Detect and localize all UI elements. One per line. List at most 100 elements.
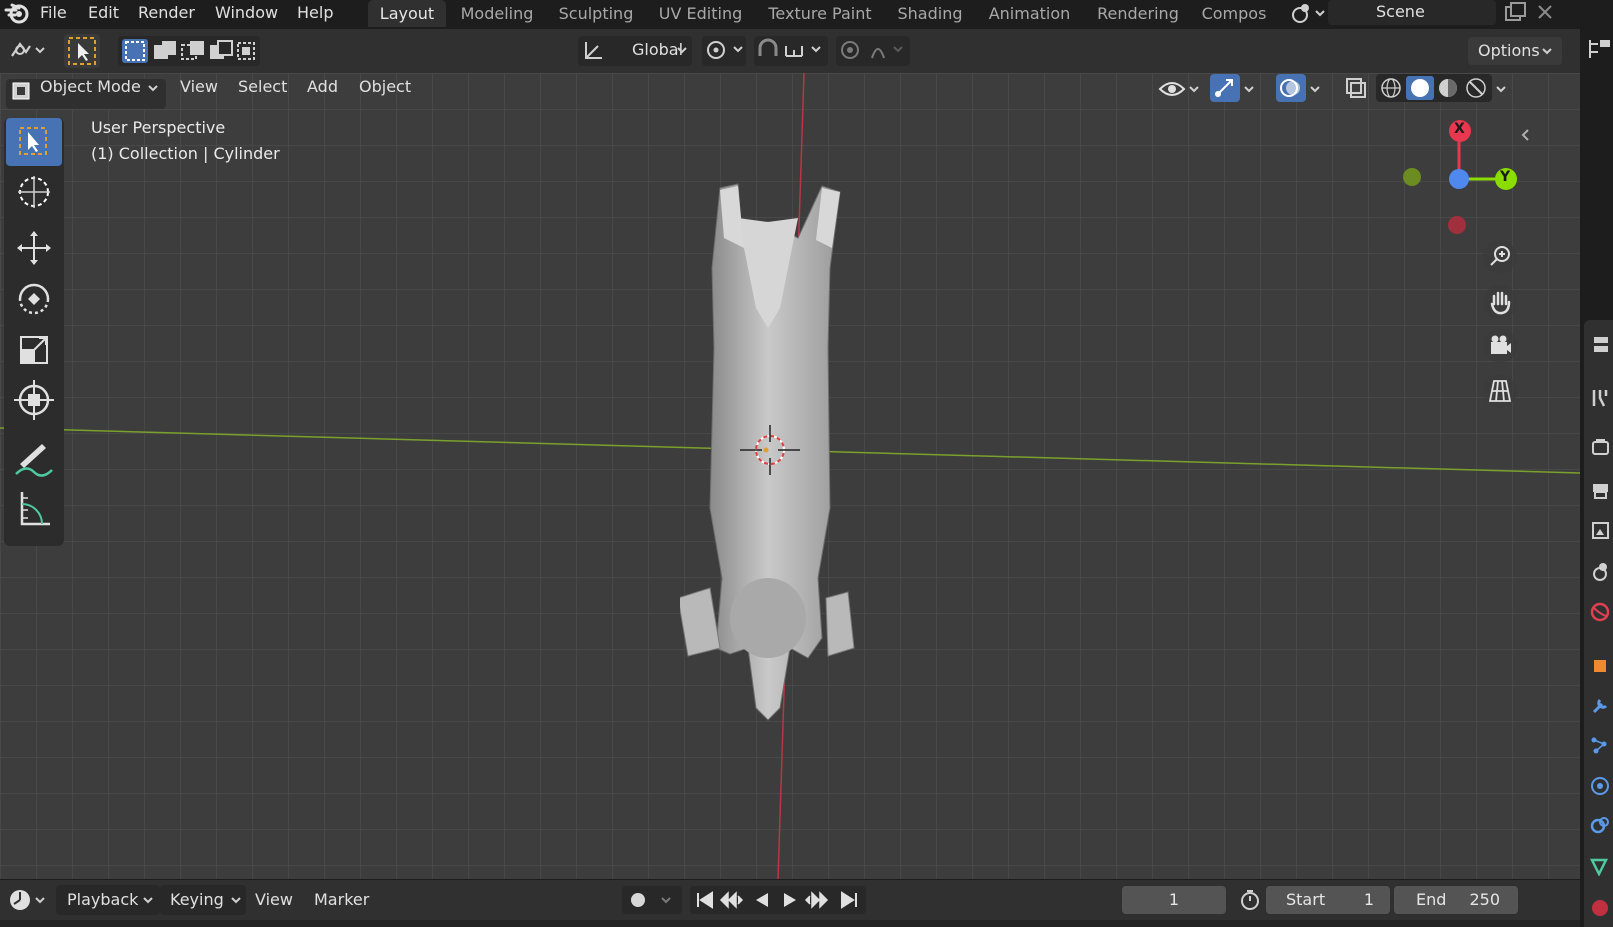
- gizmo-z-icon: [1449, 169, 1469, 189]
- select-box-icon: [19, 127, 47, 155]
- measure-icon: [20, 492, 50, 526]
- tool-settings-icon[interactable]: [1588, 334, 1610, 356]
- tool-cursor[interactable]: [6, 168, 62, 216]
- orientation-icon: [585, 42, 602, 59]
- tab-shading[interactable]: Shading: [887, 0, 973, 27]
- chevron-down-icon: [677, 47, 687, 54]
- cursor-icon: [18, 176, 50, 208]
- timeline-menu-view[interactable]: View: [255, 888, 293, 912]
- scene-name[interactable]: Scene: [1376, 1, 1425, 23]
- viewport-menu-object[interactable]: Object: [359, 73, 411, 101]
- tool-measure[interactable]: [6, 484, 62, 532]
- tool-select-box[interactable]: [6, 118, 62, 166]
- menu-render[interactable]: Render: [138, 2, 195, 24]
- shading-mode-icons[interactable]: [1378, 76, 1490, 100]
- snap-icon[interactable]: [756, 38, 828, 62]
- gizmo-y-label: Y: [1500, 169, 1511, 185]
- tool-shelf: [4, 118, 64, 546]
- object-mode-label: Object Mode: [40, 77, 141, 96]
- particles-properties-icon[interactable]: [1588, 734, 1610, 756]
- 3d-viewport[interactable]: Object Mode View Select Add Object User …: [0, 73, 1580, 879]
- viewport-menu-view[interactable]: View: [180, 73, 218, 101]
- pan-hand-icon[interactable]: [1482, 284, 1518, 320]
- menu-help[interactable]: Help: [297, 2, 333, 24]
- timeline-menu-marker[interactable]: Marker: [314, 888, 369, 912]
- tab-modeling[interactable]: Modeling: [450, 0, 544, 27]
- outliner-editor-icon[interactable]: [1586, 36, 1612, 62]
- menu-file[interactable]: File: [40, 2, 67, 24]
- 3d-cursor-icon: [740, 425, 800, 475]
- output-properties-icon[interactable]: [1588, 478, 1610, 500]
- editor-type-icon[interactable]: [6, 36, 50, 64]
- annotate-icon: [15, 444, 53, 477]
- blender-logo-icon[interactable]: [4, 1, 30, 25]
- move-icon: [17, 231, 51, 265]
- visibility-dropdown-icon[interactable]: [1156, 75, 1202, 103]
- gizmo-icon: [1215, 79, 1233, 97]
- options-label: Options: [1478, 41, 1540, 60]
- status-bar: [0, 920, 1580, 927]
- chevron-down-icon[interactable]: [1308, 82, 1322, 96]
- tab-sculpting[interactable]: Sculpting: [548, 0, 644, 27]
- tab-uv-editing[interactable]: UV Editing: [648, 0, 753, 27]
- selection-mode-icons[interactable]: [120, 37, 258, 65]
- delete-scene-icon[interactable]: [1535, 2, 1555, 22]
- tool-wrench-screwdriver-icon[interactable]: [1588, 386, 1610, 408]
- tab-animation[interactable]: Animation: [977, 0, 1082, 27]
- tool-scale[interactable]: [6, 326, 62, 374]
- chevron-down-icon: [231, 897, 241, 904]
- tool-move[interactable]: [6, 224, 62, 272]
- tab-rendering[interactable]: Rendering: [1086, 0, 1190, 27]
- menu-edit[interactable]: Edit: [88, 2, 119, 24]
- tool-transform[interactable]: [6, 376, 62, 424]
- gizmo-neg-x-icon: [1448, 216, 1466, 234]
- top-menu-bar: File Edit Render Window Help Layout Mode…: [0, 0, 1613, 27]
- scene-browse-icon[interactable]: [1288, 1, 1328, 25]
- select-tool-icon: [68, 37, 96, 65]
- tab-compositing[interactable]: Compos: [1194, 0, 1274, 27]
- menu-window[interactable]: Window: [215, 2, 278, 24]
- viewport-menu-select[interactable]: Select: [238, 73, 287, 101]
- perspective-toggle-icon[interactable]: [1482, 373, 1518, 409]
- camera-view-icon[interactable]: [1482, 328, 1518, 364]
- viewport-menu-add[interactable]: Add: [307, 73, 338, 101]
- current-frame-field[interactable]: 1: [1122, 886, 1226, 914]
- scale-icon: [20, 336, 48, 364]
- material-properties-icon[interactable]: [1588, 894, 1610, 916]
- new-scene-icon[interactable]: [1503, 1, 1527, 23]
- timeline-menu-keying: Keying: [170, 890, 224, 909]
- world-properties-icon[interactable]: [1588, 600, 1610, 622]
- start-frame-label: Start: [1286, 890, 1326, 909]
- view-layer-properties-icon[interactable]: [1588, 518, 1610, 540]
- object-properties-icon[interactable]: [1588, 654, 1610, 676]
- xray-toggle-icon[interactable]: [1342, 76, 1368, 100]
- tab-layout[interactable]: Layout: [368, 0, 446, 27]
- physics-properties-icon[interactable]: [1588, 774, 1610, 796]
- transform-icon: [14, 380, 54, 420]
- tool-annotate[interactable]: [6, 434, 62, 482]
- scene-properties-icon[interactable]: [1588, 560, 1610, 582]
- start-frame-field[interactable]: Start 1: [1266, 886, 1390, 914]
- start-frame-value: 1: [1363, 890, 1374, 909]
- record-icon[interactable]: [626, 888, 680, 912]
- data-properties-icon[interactable]: [1588, 854, 1610, 876]
- chevron-down-icon[interactable]: [1494, 82, 1508, 96]
- object-mode-icon: [12, 82, 30, 100]
- pivot-point-icon: [707, 41, 743, 59]
- rotate-icon: [18, 283, 50, 315]
- constraints-properties-icon[interactable]: [1588, 814, 1610, 836]
- playback-buttons-icons[interactable]: [692, 888, 864, 912]
- end-frame-field[interactable]: End 250: [1394, 886, 1518, 914]
- collection-info-label: (1) Collection | Cylinder: [91, 144, 280, 163]
- preview-range-clock-icon[interactable]: [1238, 888, 1262, 912]
- timeline-editor-type-icon[interactable]: [6, 886, 48, 914]
- tab-texture-paint[interactable]: Texture Paint: [757, 0, 883, 27]
- render-properties-icon[interactable]: [1588, 436, 1610, 458]
- modifier-properties-icon[interactable]: [1588, 694, 1610, 716]
- chevron-down-icon: [143, 897, 153, 904]
- tool-rotate[interactable]: [6, 275, 62, 323]
- zoom-icon[interactable]: [1482, 239, 1518, 275]
- timeline-menu-playback: Playback: [67, 890, 139, 909]
- proportional-editing-icon[interactable]: [838, 38, 910, 62]
- chevron-down-icon[interactable]: [1242, 82, 1256, 96]
